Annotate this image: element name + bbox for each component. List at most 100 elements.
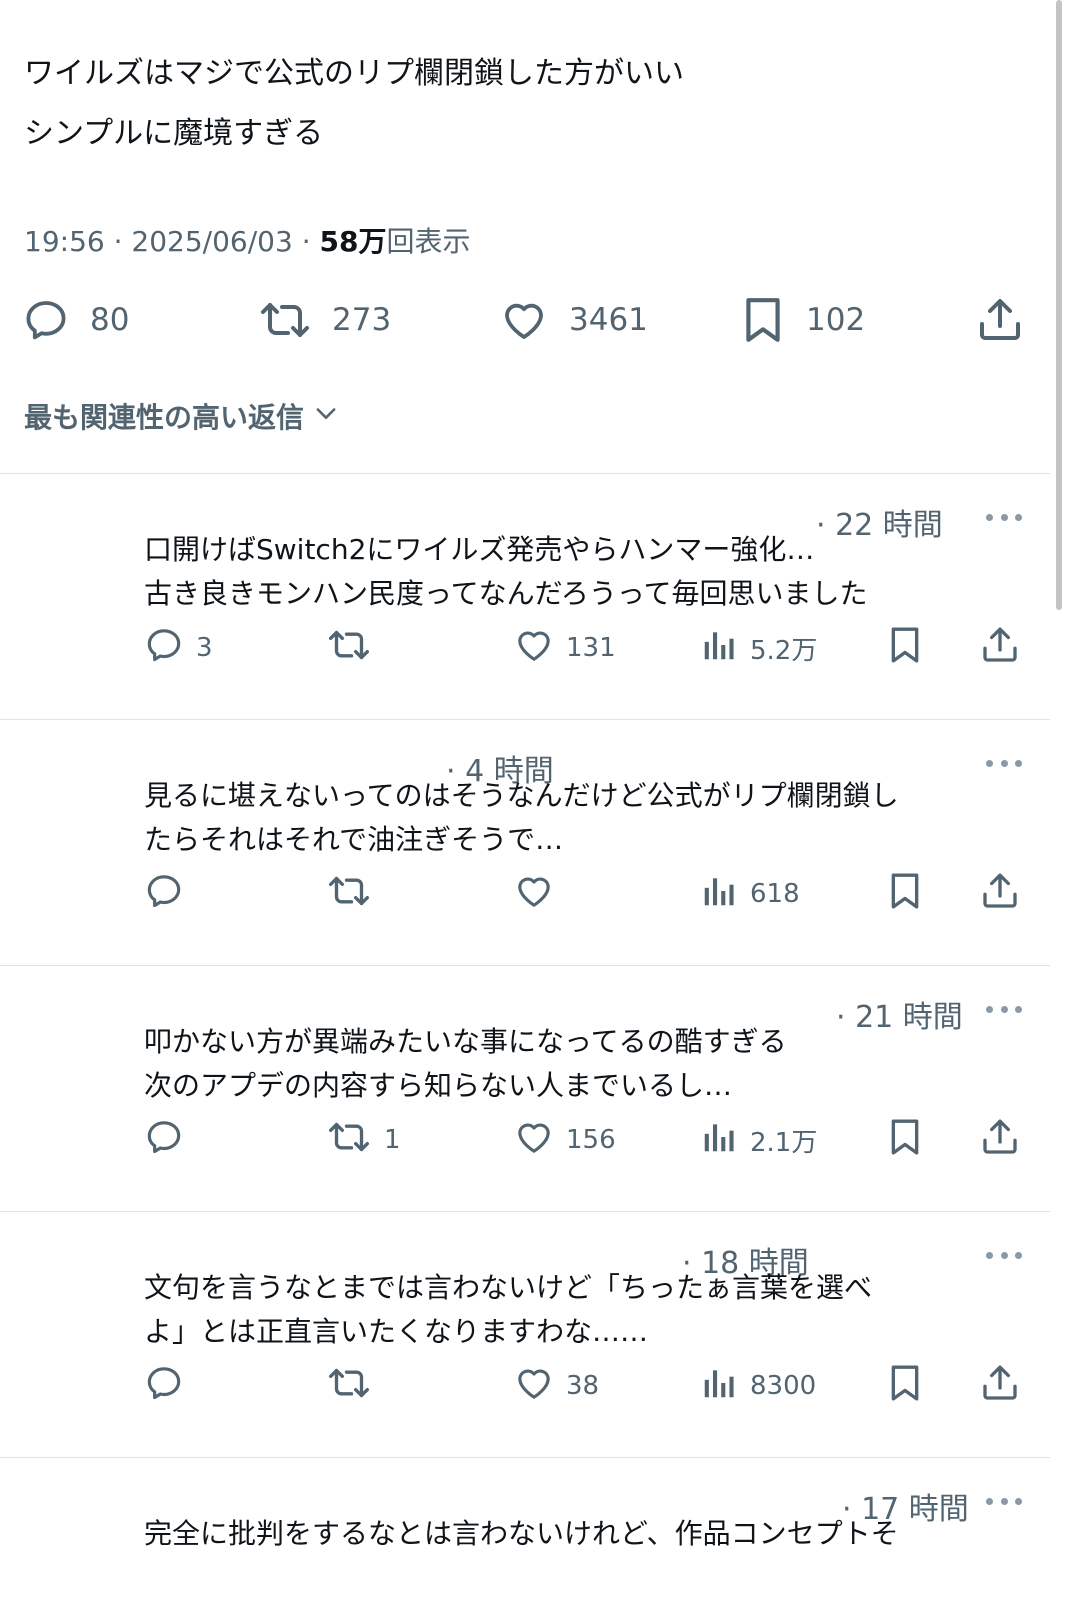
- share-button[interactable]: [980, 873, 1020, 914]
- reply-action-bar: 3 131 5.2万: [0, 627, 1050, 668]
- like-button[interactable]: 3461: [499, 292, 648, 348]
- reply-text: 口開けばSwitch2にワイルズ発売やらハンマー強化… 古き良きモンハン民度って…: [144, 528, 868, 616]
- reply-action-bar: 38 8300: [0, 1365, 1050, 1406]
- reply-text-line: 完全に批判をするなとは言わないけれど、作品コンセプトそ: [144, 1517, 899, 1550]
- views-count: 2.1万: [750, 1127, 818, 1158]
- bookmark-count: 102: [806, 302, 866, 338]
- reply-text-line: 見るに堪えないってのはそうなんだけど公式がリプ欄閉鎖し: [144, 779, 899, 812]
- sort-label: 最も関連性の高い返信: [24, 401, 305, 434]
- bookmark-button[interactable]: 102: [740, 292, 865, 348]
- heart-icon: [514, 1363, 554, 1410]
- reply-time[interactable]: · 21 時間: [836, 992, 963, 1036]
- divider: [0, 473, 1050, 474]
- like-button[interactable]: 131: [514, 628, 616, 668]
- meta-separator: ·: [104, 225, 132, 258]
- views-chart-icon: [700, 626, 738, 671]
- reply-button[interactable]: [144, 1120, 196, 1160]
- repost-icon: [326, 1363, 372, 1410]
- divider: [0, 719, 1050, 720]
- reply-text-line: よ」とは正直言いたくなりますわな……: [144, 1315, 649, 1348]
- share-button[interactable]: [976, 292, 1024, 348]
- reply-action-bar: 618: [0, 873, 1050, 914]
- comment-icon: [144, 1363, 184, 1410]
- views-chart-icon: [700, 1118, 738, 1163]
- views-button[interactable]: 8300: [700, 1366, 816, 1406]
- bookmark-icon: [886, 1363, 924, 1410]
- views-button[interactable]: 5.2万: [700, 628, 817, 668]
- scrollbar[interactable]: [1055, 0, 1063, 1600]
- post-views-label: 回表示: [386, 225, 471, 258]
- comment-icon: [144, 625, 184, 672]
- like-count: 156: [566, 1125, 616, 1155]
- scrollbar-thumb[interactable]: [1056, 0, 1062, 610]
- more-dots-icon[interactable]: [986, 1496, 1022, 1506]
- post-meta: 19:56 · 2025/06/03 · 58万回表示: [24, 220, 470, 260]
- more-dots-icon[interactable]: [986, 758, 1022, 768]
- like-count: 3461: [569, 302, 648, 338]
- more-dots-icon[interactable]: [986, 1004, 1022, 1014]
- post-text-line: ワイルズはマジで公式のリプ欄閉鎖した方がいい: [24, 56, 684, 91]
- repost-button[interactable]: [326, 1366, 384, 1406]
- bookmark-button[interactable]: [886, 1365, 924, 1406]
- share-icon: [976, 296, 1024, 344]
- bookmark-button[interactable]: [886, 1119, 924, 1160]
- reply-text: 文句を言うなとまでは言わないけど「ちったぁ言葉を選べ よ」とは正直言いたくなりま…: [144, 1266, 872, 1354]
- bookmark-icon: [886, 871, 924, 918]
- divider: [0, 965, 1050, 966]
- views-button[interactable]: 618: [700, 874, 800, 914]
- reply-text-line: 次のアプデの内容すら知らない人までいるし…: [144, 1069, 733, 1102]
- reply-text-line: 文句を言うなとまでは言わないけど「ちったぁ言葉を選べ: [144, 1271, 873, 1304]
- like-count: 131: [566, 633, 616, 663]
- share-icon: [980, 1117, 1020, 1164]
- reply-sort-selector[interactable]: 最も関連性の高い返信: [24, 396, 340, 436]
- views-button[interactable]: 2.1万: [700, 1120, 817, 1160]
- bookmark-icon: [740, 295, 786, 345]
- reply-text: 見るに堪えないってのはそうなんだけど公式がリプ欄閉鎖し たらそれはそれで油注ぎそ…: [144, 774, 899, 862]
- repost-count: 1: [384, 1125, 401, 1155]
- reply-button[interactable]: [144, 874, 196, 914]
- post-views-count: 58万: [319, 225, 387, 258]
- bookmark-button[interactable]: [886, 873, 924, 914]
- repost-button[interactable]: 1: [326, 1120, 401, 1160]
- reply-button[interactable]: 80: [22, 292, 129, 348]
- share-button[interactable]: [980, 1365, 1020, 1406]
- comment-icon: [144, 871, 184, 918]
- like-button[interactable]: 156: [514, 1120, 616, 1160]
- reply-button[interactable]: 3: [144, 628, 213, 668]
- share-icon: [980, 1363, 1020, 1410]
- bookmark-icon: [886, 625, 924, 672]
- bookmark-button[interactable]: [886, 627, 924, 668]
- reply-text-line: 口開けばSwitch2にワイルズ発売やらハンマー強化…: [144, 533, 815, 566]
- heart-icon: [514, 871, 554, 918]
- like-count: 38: [566, 1371, 600, 1401]
- repost-icon: [326, 625, 372, 672]
- reply-text-line: たらそれはそれで油注ぎそうで…: [144, 823, 564, 856]
- heart-icon: [514, 625, 554, 672]
- bookmark-icon: [886, 1117, 924, 1164]
- more-dots-icon[interactable]: [986, 512, 1022, 522]
- repost-button[interactable]: [326, 874, 384, 914]
- post-text: ワイルズはマジで公式のリプ欄閉鎖した方がいい シンプルに魔境すぎる: [24, 44, 684, 164]
- share-icon: [980, 625, 1020, 672]
- share-icon: [980, 871, 1020, 918]
- like-button[interactable]: 38: [514, 1366, 599, 1406]
- share-button[interactable]: [980, 1119, 1020, 1160]
- share-button[interactable]: [980, 627, 1020, 668]
- heart-icon: [499, 296, 549, 344]
- more-dots-icon[interactable]: [986, 1250, 1022, 1260]
- post-action-bar: 80 273 3461 102: [0, 292, 1050, 348]
- meta-separator: ·: [292, 225, 320, 258]
- views-count: 5.2万: [750, 635, 818, 666]
- post-date[interactable]: 2025/06/03: [131, 225, 292, 258]
- heart-icon: [514, 1117, 554, 1164]
- repost-button[interactable]: [326, 628, 384, 668]
- views-chart-icon: [700, 872, 738, 917]
- comment-icon: [22, 296, 70, 344]
- repost-button[interactable]: 273: [258, 292, 391, 348]
- post-time[interactable]: 19:56: [24, 225, 105, 258]
- divider: [0, 1211, 1050, 1212]
- reply-button[interactable]: [144, 1366, 196, 1406]
- reply-count: 80: [90, 302, 130, 338]
- repost-icon: [326, 1117, 372, 1164]
- like-button[interactable]: [514, 874, 566, 914]
